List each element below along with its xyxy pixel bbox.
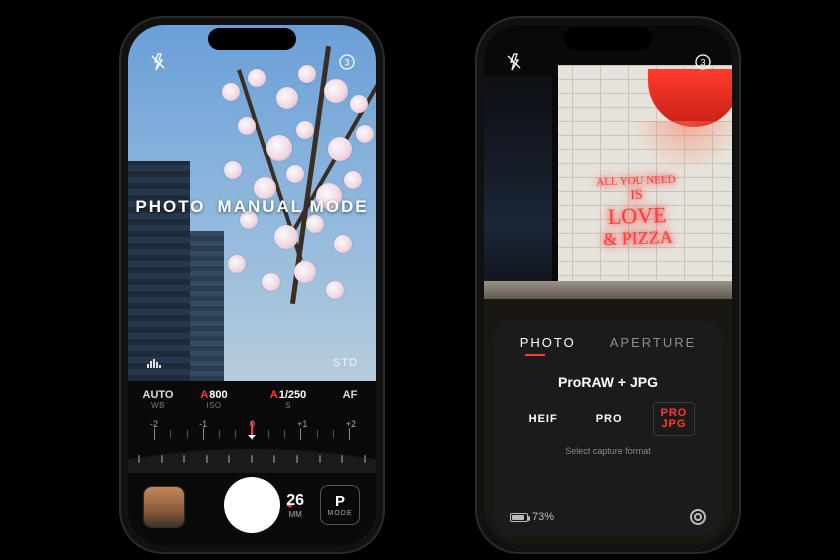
auto-prefix: A <box>200 389 208 401</box>
scene-building <box>128 161 190 381</box>
settings-sheet: PHOTO APERTURE ProRAW + JPG HEIF PRO PRO… <box>494 321 722 535</box>
param-sublabel: ISO <box>186 401 242 410</box>
scene-flower <box>326 281 344 299</box>
scene-building <box>190 231 224 381</box>
mode-dial[interactable] <box>128 449 376 473</box>
scene-neon-sign: ALL YOU NEED IS LOVE & PIZZA <box>580 159 693 263</box>
bottom-row: 26 MM P MODE <box>128 473 376 533</box>
sheet-bottom: 73% <box>510 509 706 525</box>
scene-flower <box>344 171 362 189</box>
scene-flower <box>296 121 314 139</box>
param-value: AF <box>332 389 368 401</box>
param-value: 800 <box>209 389 227 401</box>
neon-line: ALL YOU NEED <box>596 174 676 188</box>
format-projpg[interactable]: PRO JPG <box>653 402 696 436</box>
scene-flower <box>266 135 292 161</box>
battery-pct: 73% <box>532 511 554 523</box>
ev-label: -2 <box>150 419 158 429</box>
timer-icon[interactable]: 3 <box>338 53 356 71</box>
scene-flower <box>274 225 298 249</box>
scene-flower <box>228 255 246 273</box>
tab-aperture[interactable]: APERTURE <box>610 335 697 356</box>
mode-primary: PHOTO <box>135 197 205 217</box>
flash-off-icon[interactable] <box>506 53 522 71</box>
scene-flower <box>262 273 280 291</box>
param-af[interactable]: AF <box>332 389 368 401</box>
format-label: JPG <box>661 419 686 430</box>
notch <box>564 28 652 50</box>
format-options: HEIF PRO PRO JPG <box>510 402 706 436</box>
scene-flower <box>222 83 240 101</box>
scene-flower <box>334 235 352 253</box>
screen: 3 <box>128 25 376 545</box>
format-title: ProRAW + JPG <box>510 374 706 390</box>
scene-counter <box>484 281 732 299</box>
settings-gear-icon[interactable] <box>690 509 706 525</box>
ev-scale[interactable]: -2 -1 0 +1 +2 <box>154 421 350 447</box>
focal-unit: MM <box>286 510 304 519</box>
neon-line: IS <box>630 188 643 202</box>
neon-line: LOVE <box>607 203 666 227</box>
param-value: 1/250 <box>279 389 307 401</box>
param-iso[interactable]: A800 ISO <box>186 389 242 410</box>
mode-button[interactable]: P MODE <box>320 485 360 525</box>
timer-icon[interactable]: 3 <box>694 53 712 71</box>
notch <box>208 28 296 50</box>
scene-flower <box>238 117 256 135</box>
scene-flower <box>224 161 242 179</box>
scene-flower <box>356 125 374 143</box>
shutter-button[interactable] <box>224 477 280 533</box>
format-pro[interactable]: PRO <box>588 407 631 431</box>
screen: 3 ALL YOU NEED IS LOVE & PIZZA PHOTO APE… <box>484 25 732 545</box>
quality-badge[interactable]: STD <box>333 357 358 369</box>
auto-prefix: A <box>270 389 278 401</box>
flash-off-icon[interactable] <box>150 53 166 71</box>
svg-text:3: 3 <box>344 58 349 68</box>
ev-label: -1 <box>199 419 207 429</box>
battery-indicator: 73% <box>510 511 554 523</box>
top-bar: 3 <box>128 53 376 81</box>
scene-flower <box>350 95 368 113</box>
tab-photo[interactable]: PHOTO <box>520 335 576 356</box>
param-shutter[interactable]: A1/250 S <box>256 389 320 410</box>
battery-icon <box>510 513 528 522</box>
scene-flower <box>294 261 316 283</box>
param-value: AUTO <box>130 389 186 401</box>
format-heif[interactable]: HEIF <box>521 407 566 431</box>
scene-flower <box>306 215 324 233</box>
histogram-icon[interactable] <box>146 357 164 369</box>
param-sublabel: WB <box>130 401 186 410</box>
ev-indicator <box>251 421 253 435</box>
scene-flower <box>324 79 348 103</box>
param-wb[interactable]: AUTO WB <box>130 389 186 410</box>
last-photo-thumbnail[interactable] <box>144 487 184 527</box>
ev-label: +1 <box>297 419 307 429</box>
neon-line: & PIZZA <box>603 227 673 247</box>
param-sublabel: S <box>256 401 320 410</box>
scene-flower <box>286 165 304 183</box>
focal-value: 26 <box>286 492 304 510</box>
svg-text:3: 3 <box>700 58 705 68</box>
phone-right: 3 ALL YOU NEED IS LOVE & PIZZA PHOTO APE… <box>475 16 741 554</box>
sheet-tabs: PHOTO APERTURE <box>510 335 706 356</box>
focal-length-readout[interactable]: 26 MM <box>286 492 304 519</box>
mode-banner: PHOTO MANUAL MODE <box>128 197 376 217</box>
param-row: AUTO WB A800 ISO A1/250 S AF <box>128 389 376 417</box>
format-hint: Select capture format <box>510 446 706 456</box>
ev-label: +2 <box>346 419 356 429</box>
phone-left: 3 <box>119 16 385 554</box>
controls-panel: AUTO WB A800 ISO A1/250 S AF -2 -1 0 <box>128 381 376 545</box>
mode-letter: P <box>335 493 345 510</box>
mode-secondary: MANUAL MODE <box>218 197 369 217</box>
top-bar: 3 <box>484 53 732 81</box>
scene-flower <box>276 87 298 109</box>
scene-flower <box>328 137 352 161</box>
mode-sublabel: MODE <box>328 510 353 517</box>
